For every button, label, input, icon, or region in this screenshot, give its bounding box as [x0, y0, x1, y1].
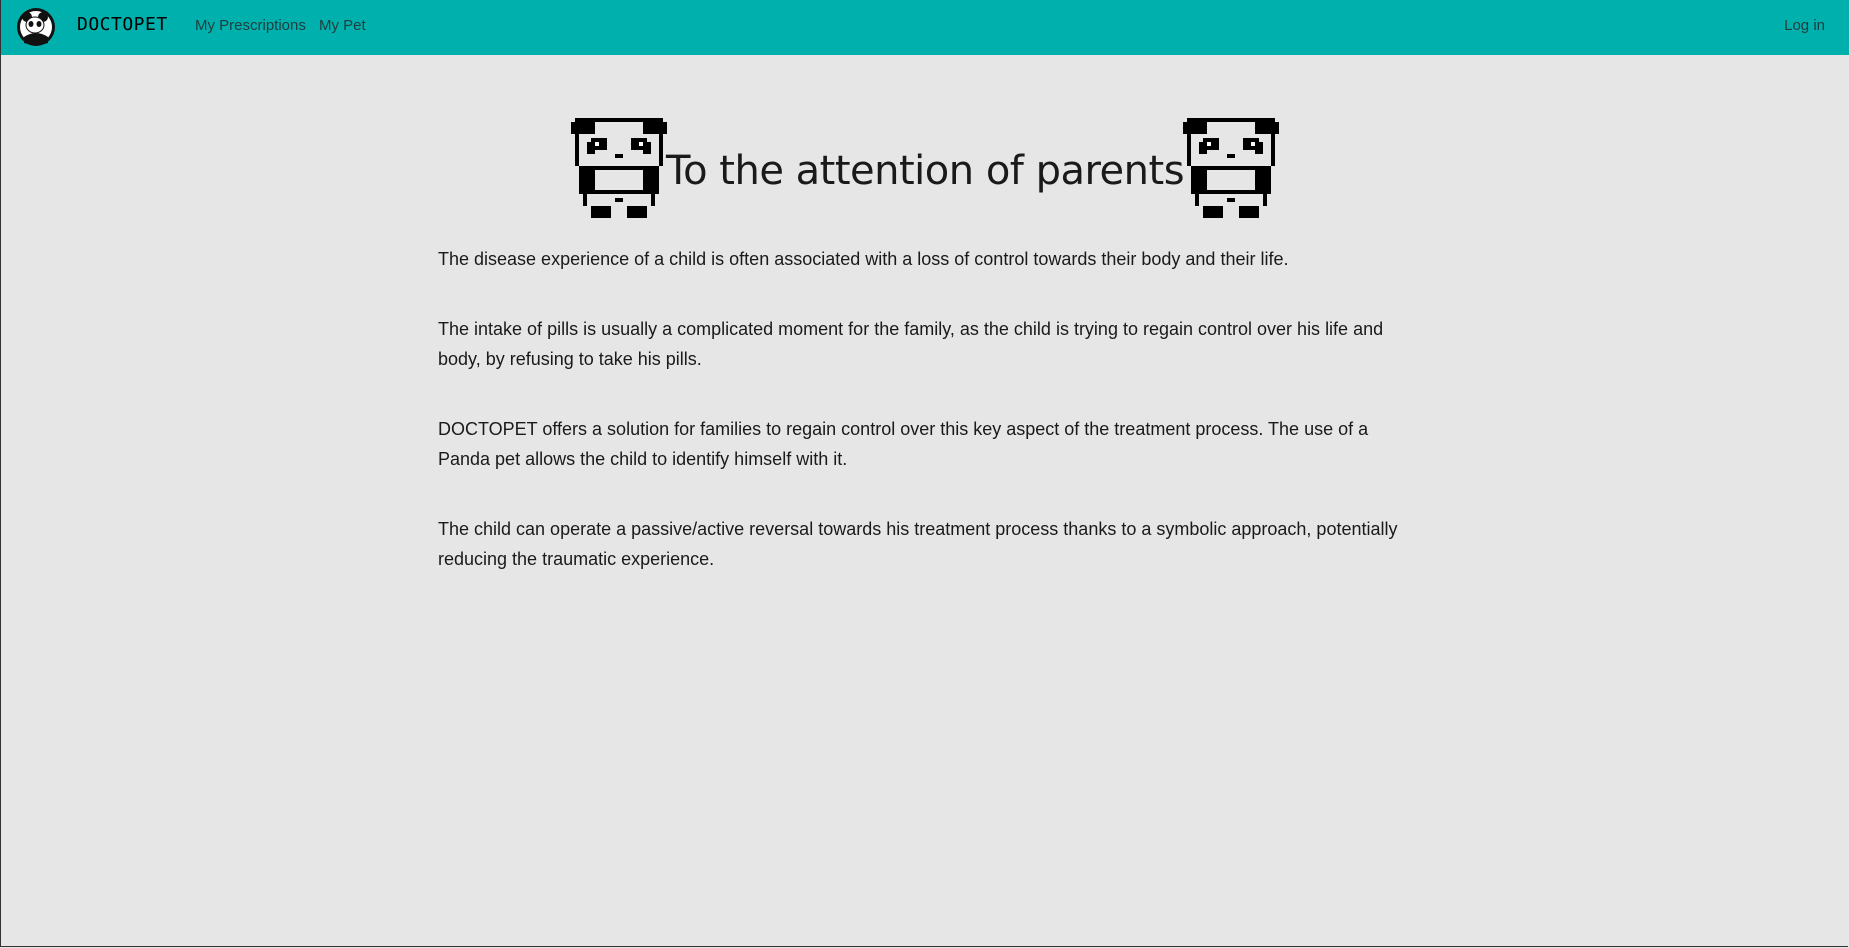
login-link[interactable]: Log in	[1784, 17, 1825, 34]
paragraph-symbolic-approach: The child can operate a passive/active r…	[438, 519, 1398, 569]
panda-logo-icon[interactable]	[16, 7, 56, 47]
nav-my-pet[interactable]: My Pet	[319, 17, 366, 34]
page-title: To the attention of parents	[665, 148, 1185, 194]
parents-info-content: The disease experience of a child is oft…	[438, 244, 1418, 614]
nav-my-prescriptions[interactable]: My Prescriptions	[195, 17, 306, 34]
paragraph-loss-of-control: The disease experience of a child is oft…	[438, 249, 1289, 269]
hero-section: To the attention of parents	[0, 118, 1849, 223]
top-navbar: DOCTOPET My Prescriptions My Pet Log in	[0, 0, 1849, 55]
paragraph-doctopet-solution: DOCTOPET offers a solution for families …	[438, 419, 1369, 469]
paragraph-pill-intake: The intake of pills is usually a complic…	[438, 319, 1384, 369]
brand-link[interactable]: DOCTOPET	[77, 14, 168, 35]
pixel-panda-icon	[1183, 118, 1279, 218]
